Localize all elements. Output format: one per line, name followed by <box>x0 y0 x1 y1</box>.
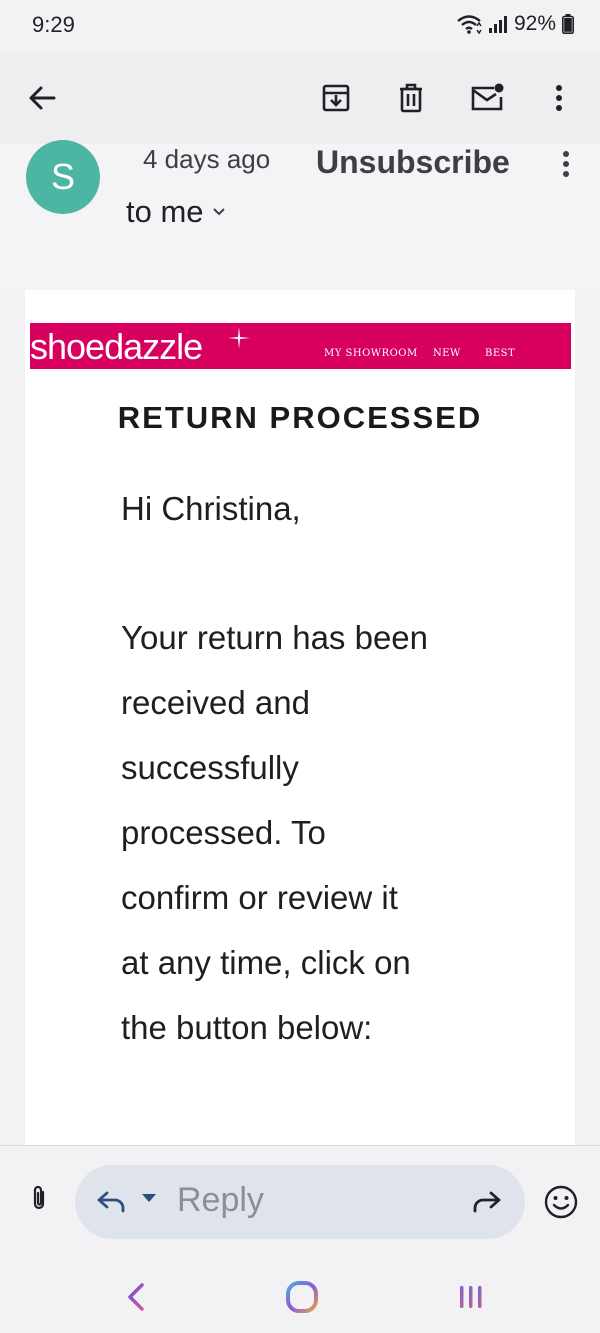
sender-header: S 4 days ago to me Unsubscribe <box>0 140 600 290</box>
avatar-letter: S <box>50 156 75 197</box>
paragraph-line: at any time, click on <box>121 944 411 981</box>
status-bar: 9:29 92% <box>0 0 600 52</box>
email-heading: RETURN PROCESSED <box>117 400 483 435</box>
mark-unread-icon <box>471 83 504 111</box>
paragraph-line: Your return has been <box>121 619 429 656</box>
message-more-button[interactable] <box>552 146 580 182</box>
nav-recents-button[interactable] <box>451 1277 491 1317</box>
nav-home-button[interactable] <box>282 1277 322 1317</box>
email-greeting: Hi Christina, <box>121 490 301 527</box>
signal-icon <box>488 15 508 33</box>
more-options-button[interactable] <box>535 74 583 122</box>
nav-link-new[interactable]: NEW <box>433 323 461 369</box>
nav-recents-icon <box>460 1286 482 1308</box>
nav-back-icon <box>128 1283 144 1311</box>
unsubscribe-button[interactable]: Unsubscribe <box>316 144 510 181</box>
email-toolbar <box>0 52 600 144</box>
status-indicators: 92% <box>456 12 574 36</box>
nav-back-button[interactable] <box>116 1277 156 1317</box>
battery-icon <box>562 14 574 34</box>
reply-placeholder: Reply <box>177 1181 264 1219</box>
sparkle-icon <box>228 327 250 349</box>
paragraph-line: the button below: <box>121 1009 373 1046</box>
chevron-down-icon <box>212 208 225 216</box>
paperclip-icon <box>33 1185 45 1210</box>
paragraph-line: processed. To <box>121 814 326 851</box>
system-nav-bar <box>0 1255 600 1333</box>
back-button[interactable] <box>18 74 66 122</box>
attach-button[interactable] <box>24 1178 54 1218</box>
emoji-icon[interactable] <box>543 1184 579 1220</box>
paragraph-line: received and <box>121 684 310 721</box>
avatar[interactable]: S <box>26 140 100 214</box>
recipient-details-toggle[interactable]: to me <box>126 194 226 230</box>
received-date: 4 days ago <box>143 144 271 174</box>
brand-header: shoedazzle MY SHOWROOM NEW BEST SELLERS <box>30 323 571 421</box>
recipient-label: to me <box>126 194 204 229</box>
reply-bar: Reply <box>0 1145 600 1255</box>
nav-home-icon <box>286 1281 318 1313</box>
forward-icon[interactable] <box>471 1187 503 1215</box>
nav-link-best-sellers[interactable]: BEST SELLERS <box>485 323 571 421</box>
more-vert-icon <box>556 85 562 111</box>
battery-percent: 92% <box>513 12 556 35</box>
paragraph-line: successfully <box>121 749 299 786</box>
email-body: shoedazzle MY SHOWROOM NEW BEST SELLERS … <box>25 290 575 1145</box>
caret-down-icon[interactable] <box>141 1193 157 1203</box>
mark-unread-button[interactable] <box>463 74 511 122</box>
archive-button[interactable] <box>312 74 360 122</box>
trash-icon <box>400 83 422 113</box>
more-vert-icon <box>563 151 569 177</box>
reply-icon <box>97 1191 125 1213</box>
reply-input[interactable]: Reply <box>75 1165 525 1239</box>
wifi-icon <box>456 14 482 34</box>
delete-button[interactable] <box>387 74 435 122</box>
brand-logo[interactable]: shoedazzle <box>30 325 203 369</box>
status-time: 9:29 <box>32 12 75 37</box>
email-paragraph: Your return has been received and succes… <box>121 605 491 1060</box>
nav-link-my-showroom[interactable]: MY SHOWROOM <box>324 323 418 369</box>
paragraph-line: confirm or review it <box>121 879 398 916</box>
arrow-back-icon <box>29 86 56 110</box>
archive-icon <box>322 84 350 112</box>
